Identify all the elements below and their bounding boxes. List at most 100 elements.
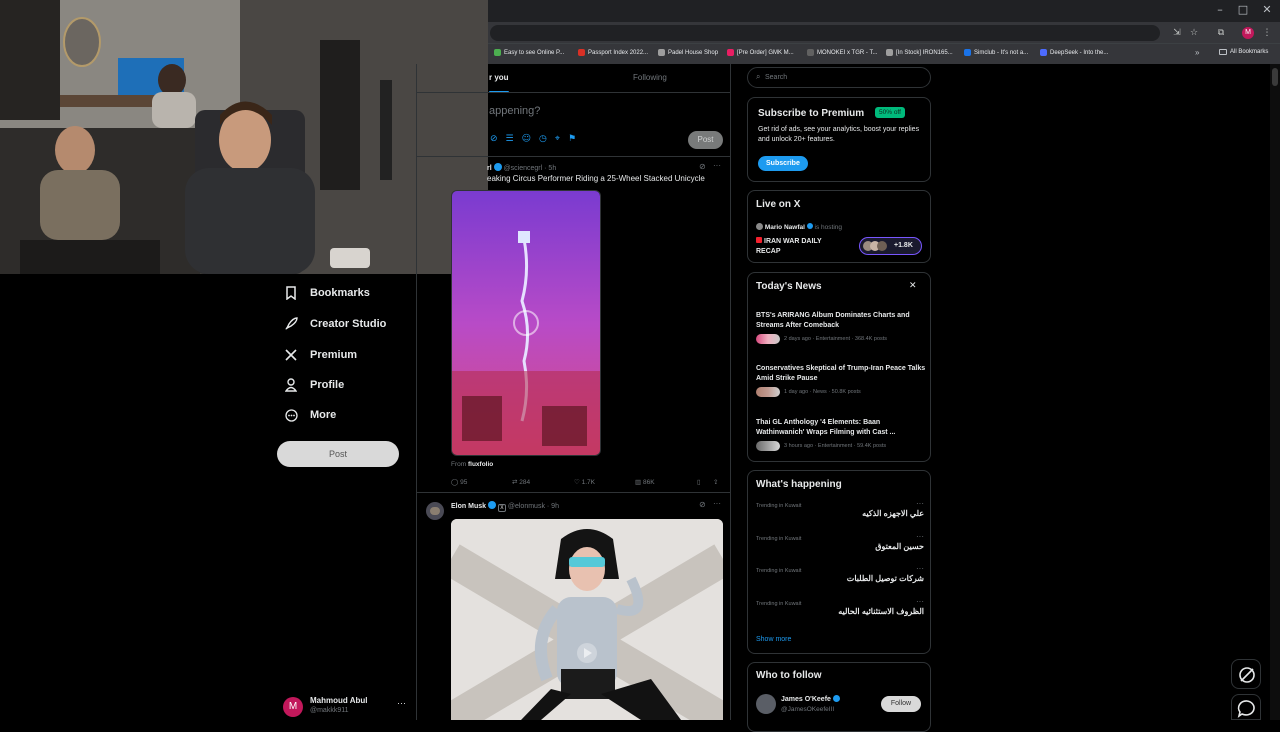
verified-icon [493, 163, 502, 171]
trend-more-icon[interactable]: ··· [916, 532, 924, 541]
flag-icon[interactable]: ⚑ [568, 134, 576, 144]
menu-dots-icon[interactable]: ⋮ [1261, 27, 1273, 39]
bookmark-item[interactable]: Simclub - It's not a... [964, 49, 1028, 56]
bookmark-item[interactable]: Padel House Shop [658, 49, 718, 56]
grok-icon [1239, 667, 1255, 683]
live-listeners[interactable]: +1.8K [859, 237, 922, 255]
chat-icon [1237, 700, 1255, 718]
premium-card: Subscribe to Premium 50% off Get rid of … [747, 97, 931, 182]
trend-more-icon[interactable]: ··· [916, 499, 924, 508]
verified-icon [832, 695, 840, 702]
poll-icon[interactable]: ☰ [506, 134, 514, 144]
verified-icon [487, 501, 496, 509]
nav-profile[interactable]: Profile [284, 378, 344, 392]
browser-avatar[interactable]: M [1242, 27, 1254, 39]
grok-button[interactable] [1231, 659, 1261, 689]
bookmark-item[interactable]: DeepSeek - Into the... [1040, 49, 1108, 56]
trend-item[interactable]: Trending in Kuwait ··· الظروف الاستثنائي… [756, 597, 924, 616]
composer-post-button[interactable]: Post [688, 131, 723, 149]
tweet-video[interactable] [451, 190, 601, 456]
composer-input[interactable]: appening? [489, 105, 540, 117]
install-icon[interactable]: ⇲ [1171, 27, 1183, 39]
nav-more[interactable]: More [284, 408, 336, 422]
trend-item[interactable]: Trending in Kuwait ··· حسين المعتوق [756, 532, 924, 551]
nav-premium[interactable]: Premium [284, 348, 357, 362]
tweet-author-name[interactable]: Elon Musk [451, 503, 486, 510]
page-scrollbar[interactable] [1270, 64, 1280, 720]
subscribe-button[interactable]: Subscribe [758, 156, 808, 171]
suggested-user-handle[interactable]: @JamesOKeefeIII [781, 706, 834, 713]
live-show-title[interactable]: IRAN WAR DAILY RECAP [756, 237, 846, 257]
gif-icon[interactable]: ⊘ [490, 134, 498, 144]
avatar[interactable] [426, 502, 444, 520]
tab-following[interactable]: Following [633, 73, 667, 82]
tweet-header: rl @sciencegrl · 5h [487, 163, 556, 172]
reply-button[interactable]: ◯ 95 [451, 478, 467, 486]
tab-for-you[interactable]: r you [489, 73, 509, 82]
nav-bookmarks[interactable]: Bookmarks [284, 286, 370, 300]
bookmark-item[interactable]: Easy to see Online P... [494, 49, 564, 56]
minimize-icon[interactable]: – [1210, 3, 1230, 16]
news-item[interactable]: BTS's ARIRANG Album Dominates Charts and… [756, 311, 926, 344]
grok-icon[interactable]: ⊘ [699, 162, 706, 171]
bookmark-item[interactable]: Passport Index 2022... [578, 49, 648, 56]
news-item[interactable]: Thai GL Anthology '4 Elements: Baan Wath… [756, 418, 926, 451]
search-input[interactable]: ⌕ Search [747, 67, 931, 88]
tweet-time[interactable]: · 9h [547, 503, 559, 510]
grok-icon[interactable]: ⊘ [699, 500, 706, 509]
post-button[interactable]: Post [277, 441, 399, 467]
trend-item[interactable]: Trending in Kuwait ··· شركات توصيل الطلب… [756, 564, 924, 583]
bookmark-favicon-icon [494, 49, 501, 56]
bookmark-item[interactable]: [In Stock] IRON165... [886, 49, 953, 56]
account-more-icon[interactable]: ··· [397, 698, 406, 708]
close-window-icon[interactable]: ✕ [1257, 3, 1277, 16]
chevron-right-icon[interactable]: » [1195, 48, 1199, 57]
share-icon[interactable]: ⇪ [713, 478, 718, 486]
show-more-link[interactable]: Show more [756, 636, 791, 643]
account-switcher[interactable]: M Mahmoud Abul @makkk911 ··· [283, 695, 413, 719]
webcam-scene [0, 0, 488, 274]
like-button[interactable]: ♡ 1.7K [574, 478, 595, 486]
tweet-more-icon[interactable]: ··· [713, 499, 721, 508]
schedule-icon[interactable]: ◷ [539, 134, 547, 144]
trends-card: What's happening Trending in Kuwait ··· … [747, 470, 931, 654]
tweet-time[interactable]: · 5h [544, 165, 556, 172]
bookmark-item[interactable]: MONOKEI x TGR - T... [807, 49, 877, 56]
suggested-user-name[interactable]: James O'Keefe [781, 695, 840, 703]
trend-item[interactable]: Trending in Kuwait ··· علي الاجهزه الذكي… [756, 499, 924, 518]
all-bookmarks-folder[interactable]: All Bookmarks [1219, 49, 1268, 55]
views-button[interactable]: ▥ 86K [635, 478, 655, 486]
messages-button[interactable] [1231, 694, 1261, 720]
search-placeholder: Search [765, 74, 788, 81]
tweet-handle[interactable]: @elonmusk [508, 503, 545, 510]
avatar[interactable] [756, 694, 776, 714]
webcam-overlay [0, 0, 488, 274]
follow-button[interactable]: Follow [881, 696, 921, 712]
tweet-handle[interactable]: @sciencegrl [504, 165, 543, 172]
trend-more-icon[interactable]: ··· [916, 597, 924, 606]
url-field[interactable] [490, 25, 1160, 41]
who-to-follow-card: Who to follow James O'Keefe @JamesOKeefe… [747, 662, 931, 732]
repost-button[interactable]: ⇄ 284 [512, 478, 530, 486]
verified-icon [806, 223, 813, 229]
extensions-icon[interactable]: ⧉ [1215, 27, 1227, 39]
live-title: Live on X [756, 199, 801, 210]
maximize-icon[interactable]: □ [1233, 3, 1253, 16]
tweet-author-name[interactable]: rl [487, 165, 492, 172]
emoji-icon[interactable]: ☺ [522, 134, 531, 144]
nav-creator-studio[interactable]: Creator Studio [284, 317, 386, 331]
video-source-link[interactable]: fluxfolio [468, 461, 493, 468]
bookmark-tweet-icon[interactable]: ▯ [697, 478, 701, 486]
scrollbar-thumb[interactable] [1272, 68, 1278, 86]
news-item[interactable]: Conservatives Skeptical of Trump-Iran Pe… [756, 364, 926, 397]
account-handle: @makkk911 [310, 707, 349, 714]
location-icon[interactable]: ⌖ [555, 134, 560, 144]
tweet-more-icon[interactable]: ··· [713, 161, 721, 170]
close-icon[interactable]: ✕ [909, 281, 917, 291]
bookmark-item[interactable]: [Pre Order] GMK M... [727, 49, 794, 56]
live-host[interactable]: Mario Nawfal is hosting [756, 223, 842, 231]
star-icon[interactable]: ☆ [1188, 27, 1200, 39]
bookmark-favicon-icon [807, 49, 814, 56]
tweet-image[interactable] [451, 519, 723, 720]
trend-more-icon[interactable]: ··· [916, 564, 924, 573]
